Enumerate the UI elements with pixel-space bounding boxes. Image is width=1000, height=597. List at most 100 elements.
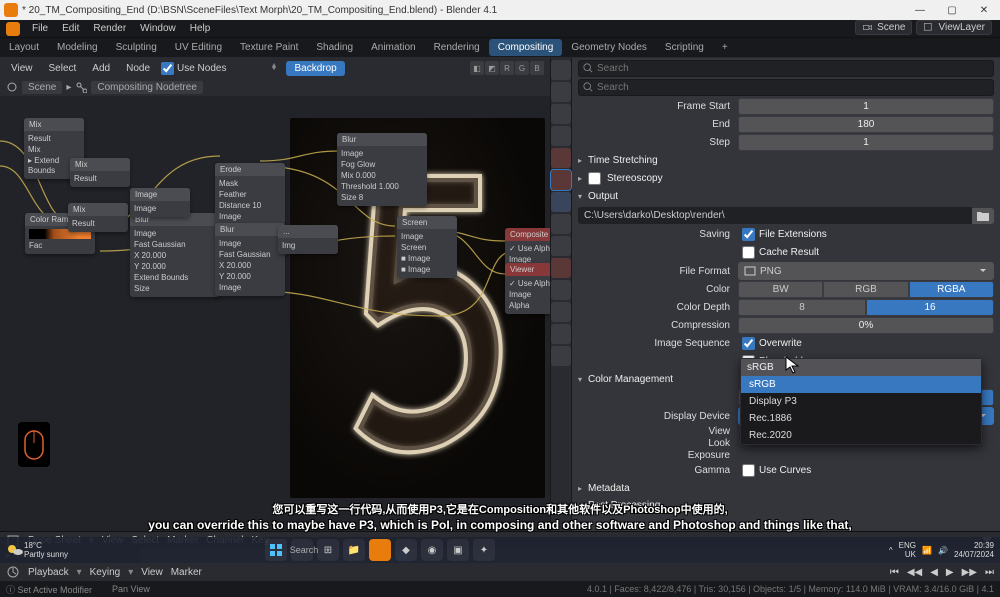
app-icon[interactable]: ◉ [421,539,443,561]
header-search-input[interactable] [578,60,994,77]
play-button[interactable]: ▶ [946,567,954,578]
menu-render[interactable]: Render [87,22,132,35]
pin-icon[interactable] [268,62,280,74]
tool-btn[interactable] [551,126,571,146]
tool-btn[interactable] [551,104,571,124]
nodeeditor-view[interactable]: View [6,62,38,75]
window-close-button[interactable]: ✕ [968,0,1000,20]
nodeeditor-node[interactable]: Node [121,62,155,75]
cache-result-checkbox[interactable] [742,246,755,259]
breadcrumb-scene[interactable]: Scene [22,81,62,94]
weather-widget[interactable]: 18°CPartly sunny [24,541,68,559]
browse-folder-button[interactable] [972,208,994,224]
minimize-button[interactable]: — [904,0,936,20]
dropdown-option-rec2020[interactable]: Rec.2020 [741,427,981,444]
weather-icon[interactable] [6,541,24,559]
node-erode[interactable]: Erode MaskFeatherDistance 10Image [215,163,285,225]
tool-btn[interactable] [551,258,571,278]
timeline-view[interactable]: View [141,567,163,578]
overwrite-checkbox[interactable] [742,337,755,350]
node-image-small[interactable]: Mix Result [68,203,128,232]
file-extensions-checkbox[interactable] [742,228,755,241]
node-blur1[interactable]: Blur ImageFast GaussianX 20.000Y 20.000E… [130,213,220,297]
scene-select[interactable]: Scene [855,20,912,35]
tool-btn-render[interactable] [551,148,571,168]
nodeeditor-add[interactable]: Add [87,62,115,75]
compositor-node-editor[interactable]: View Select Add Node Use Nodes Backdrop … [0,58,550,531]
start-button[interactable] [265,539,287,561]
clock[interactable]: 20:3924/07/2024 [954,541,994,559]
dropdown-option-p3[interactable]: Display P3 [741,393,981,410]
color-depth-toggle[interactable]: 816 [738,299,994,316]
prev-key-button[interactable]: ◀◀ [907,567,922,578]
tool-btn[interactable] [551,192,571,212]
breadcrumb-nodetree[interactable]: Compositing Nodetree [91,81,203,94]
node-image[interactable]: Image Image [130,188,190,217]
use-curves-checkbox[interactable] [742,464,755,477]
wifi-icon[interactable]: 📶 [922,546,932,555]
tool-btn-output[interactable] [551,170,571,190]
maximize-button[interactable]: ▢ [936,0,968,20]
timeline-marker[interactable]: Marker [171,567,202,578]
timeline-keying[interactable]: Keying [90,567,121,578]
color-mode-toggle[interactable]: BWRGBRGBA [738,281,994,298]
tool-btn[interactable] [551,82,571,102]
dropdown-option-srgb[interactable]: sRGB [741,376,981,393]
display-device-dropdown[interactable]: sRGB sRGB Display P3 Rec.1886 Rec.2020 [740,358,982,445]
nodeeditor-select[interactable]: Select [44,62,82,75]
section-output[interactable]: Output [572,188,1000,205]
tab-shading[interactable]: Shading [307,39,362,56]
explorer-icon[interactable]: 📁 [343,539,365,561]
timeline-playback[interactable]: Playback [28,567,69,578]
tool-btn[interactable] [551,324,571,344]
menu-file[interactable]: File [26,22,54,35]
output-path-field[interactable]: C:\Users\darko\Desktop\render\ [578,207,972,224]
tray-chevron-icon[interactable]: ^ [889,546,893,555]
frame-step-field[interactable]: 1 [738,134,994,151]
menu-edit[interactable]: Edit [56,22,85,35]
properties-search-input[interactable] [578,79,994,96]
tool-btn[interactable] [551,214,571,234]
use-nodes-checkbox[interactable]: Use Nodes [161,62,226,75]
tab-add[interactable]: + [713,39,737,56]
node-screen[interactable]: Screen ImageScreen■ Image■ Image [397,216,457,278]
volume-icon[interactable]: 🔊 [938,546,948,555]
section-post-processing[interactable]: Post Processing [572,497,1000,514]
node-mix2[interactable]: Mix Result [70,158,130,187]
compression-field[interactable]: 0% [738,317,994,334]
tool-btn[interactable] [551,236,571,256]
channel-b[interactable]: B [530,61,544,75]
viewlayer-select[interactable]: ViewLayer [916,20,992,35]
app-icon[interactable]: ✦ [473,539,495,561]
tab-texturepaint[interactable]: Texture Paint [231,39,307,56]
tab-rendering[interactable]: Rendering [425,39,489,56]
channel-g[interactable]: G [515,61,529,75]
channel-combined[interactable]: ◧ [470,61,484,75]
app-icon[interactable]: ◆ [395,539,417,561]
node-blur-glow[interactable]: Blur ImageFog GlowMix 0.000Threshold 1.0… [337,133,427,206]
section-stereoscopy[interactable]: Stereoscopy [572,169,1000,188]
blender-icon[interactable] [6,22,20,36]
next-key-button[interactable]: ▶▶ [962,567,977,578]
backdrop-button[interactable]: Backdrop [286,61,344,76]
node-viewer[interactable]: Viewer ✓ Use AlphaImageAlpha [505,263,550,314]
jump-end-button[interactable]: ⏭ [985,567,994,578]
tab-modeling[interactable]: Modeling [48,39,107,56]
tool-btn[interactable] [551,60,571,80]
timeline-icon[interactable] [6,565,20,579]
tab-compositing[interactable]: Compositing [489,39,563,56]
task-view-button[interactable]: ⊞ [317,539,339,561]
app-icon[interactable]: ▣ [447,539,469,561]
file-format-select[interactable]: PNG [738,262,994,280]
tool-btn[interactable] [551,346,571,366]
dropdown-option-rec1886[interactable]: Rec.1886 [741,410,981,427]
play-rev-button[interactable]: ◀ [930,567,938,578]
section-metadata[interactable]: Metadata [572,480,1000,497]
node-small[interactable]: ...Img [278,225,338,254]
menu-help[interactable]: Help [184,22,217,35]
tab-geometrynodes[interactable]: Geometry Nodes [562,39,656,56]
tab-uvediting[interactable]: UV Editing [166,39,231,56]
tab-sculpting[interactable]: Sculpting [107,39,166,56]
section-time-stretching[interactable]: Time Stretching [572,152,1000,169]
tool-btn[interactable] [551,302,571,322]
